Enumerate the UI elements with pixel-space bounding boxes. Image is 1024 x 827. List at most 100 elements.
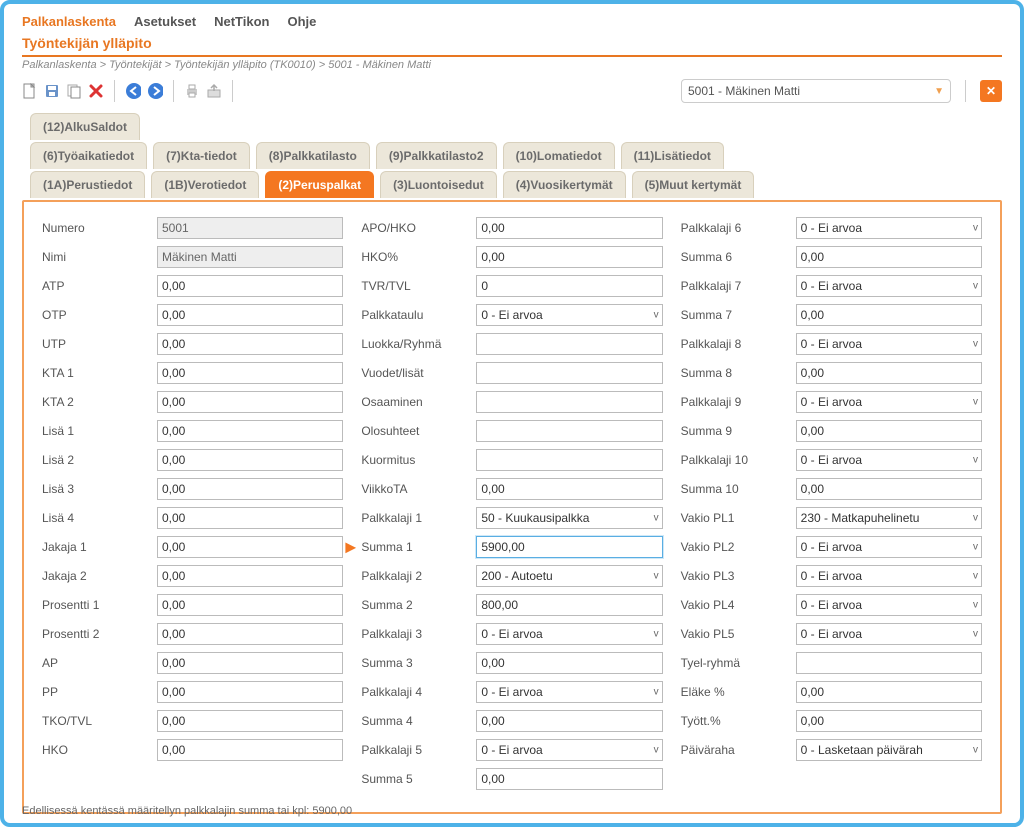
tab-4vuosikertymät[interactable]: (4)Vuosikertymät [503,171,626,198]
input-summa-9[interactable] [796,420,982,442]
select-vakio-pl5[interactable] [796,623,982,645]
input-lisa-1[interactable] [157,420,343,442]
input-summa-10[interactable] [796,478,982,500]
forward-icon[interactable] [147,83,163,99]
input-hko[interactable] [157,739,343,761]
select-palkkataulu[interactable] [476,304,662,326]
input-tko-tvl[interactable] [157,710,343,732]
tab-10lomatiedot[interactable]: (10)Lomatiedot [503,142,615,169]
input-atp[interactable] [157,275,343,297]
tab-11lisätiedot[interactable]: (11)Lisätiedot [621,142,724,169]
input-kta-2[interactable] [157,391,343,413]
menu-palkanlaskenta[interactable]: Palkanlaskenta [22,14,116,29]
menu-nettikon[interactable]: NetTikon [214,14,269,29]
form-row: Summa 4 [361,709,662,733]
form-row: Tyel-ryhmä [681,651,982,675]
tab-12alkusaldot[interactable]: (12)AlkuSaldot [30,113,140,140]
select-palkkalaji-3[interactable] [476,623,662,645]
input-lisa-2[interactable] [157,449,343,471]
input-apo-hko[interactable] [476,217,662,239]
input-prosentti-2[interactable] [157,623,343,645]
input-nimi [157,246,343,268]
label-kuormitus: Kuormitus [361,453,476,467]
form-row: Palkkalaji 10v [681,448,982,472]
input-kta-1[interactable] [157,362,343,384]
input-olosuhteet[interactable] [476,420,662,442]
label-otp: OTP [42,308,157,322]
print-icon[interactable] [184,83,200,99]
input-tyott[interactable] [796,710,982,732]
input-lisa-3[interactable] [157,478,343,500]
input-summa-3[interactable] [476,652,662,674]
form-row: Lisä 4 [42,506,343,530]
select-palkkalaji-2[interactable] [476,565,662,587]
input-otp[interactable] [157,304,343,326]
select-palkkalaji-8[interactable] [796,333,982,355]
input-lisa-4[interactable] [157,507,343,529]
input-summa-5[interactable] [476,768,662,790]
tab-5muut kertymät[interactable]: (5)Muut kertymät [632,171,755,198]
export-icon[interactable] [206,83,222,99]
tab-8palkkatilasto[interactable]: (8)Palkkatilasto [256,142,370,169]
input-jakaja-2[interactable] [157,565,343,587]
new-icon[interactable] [22,83,38,99]
label-lisa-1: Lisä 1 [42,424,157,438]
menu-asetukset[interactable]: Asetukset [134,14,196,29]
tab-2peruspalkat[interactable]: (2)Peruspalkat [265,171,374,198]
select-palkkalaji-5[interactable] [476,739,662,761]
input-pp[interactable] [157,681,343,703]
menu-ohje[interactable]: Ohje [287,14,316,29]
tab-1aperustiedot[interactable]: (1A)Perustiedot [30,171,145,198]
select-palkkalaji-7[interactable] [796,275,982,297]
select-paivaraha[interactable] [796,739,982,761]
input-tvr-tvl[interactable] [476,275,662,297]
form-row: Summa 6 [681,245,982,269]
input-luokka-ryhma[interactable] [476,333,662,355]
tab-6työaikatiedot[interactable]: (6)Työaikatiedot [30,142,147,169]
input-summa-8[interactable] [796,362,982,384]
select-palkkalaji-10[interactable] [796,449,982,471]
copy-icon[interactable] [66,83,82,99]
back-icon[interactable] [125,83,141,99]
input-osaaminen[interactable] [476,391,662,413]
label-palkkalaji-2: Palkkalaji 2 [361,569,476,583]
input-ap[interactable] [157,652,343,674]
input-summa-7[interactable] [796,304,982,326]
tab-3luontoisedut[interactable]: (3)Luontoisedut [380,171,497,198]
select-palkkalaji-9[interactable] [796,391,982,413]
current-field-indicator-icon: ▶ [345,539,356,556]
label-vakio-pl5: Vakio PL5 [681,627,796,641]
delete-icon[interactable] [88,83,104,99]
label-summa-4: Summa 4 [361,714,476,728]
save-icon[interactable] [44,83,60,99]
form-row: Jakaja 1 [42,535,343,559]
input-utp[interactable] [157,333,343,355]
select-vakio-pl1[interactable] [796,507,982,529]
input-kuormitus[interactable] [476,449,662,471]
select-vakio-pl2[interactable] [796,536,982,558]
close-button[interactable]: ✕ [980,80,1002,102]
input-tyel-ryhma[interactable] [796,652,982,674]
input-jakaja-1[interactable] [157,536,343,558]
select-vakio-pl4[interactable] [796,594,982,616]
input-summa-4[interactable] [476,710,662,732]
input-summa-1[interactable] [476,536,662,558]
select-palkkalaji-6[interactable] [796,217,982,239]
input-vuodet-lisat[interactable] [476,362,662,384]
input-summa-2[interactable] [476,594,662,616]
tab-1bverotiedot[interactable]: (1B)Verotiedot [151,171,259,198]
input-prosentti-1[interactable] [157,594,343,616]
label-summa-10: Summa 10 [681,482,796,496]
input-summa-6[interactable] [796,246,982,268]
input-elake[interactable] [796,681,982,703]
label-palkkalaji-8: Palkkalaji 8 [681,337,796,351]
tab-7kta-tiedot[interactable]: (7)Kta-tiedot [153,142,250,169]
select-palkkalaji-4[interactable] [476,681,662,703]
input-hko[interactable] [476,246,662,268]
select-vakio-pl3[interactable] [796,565,982,587]
input-viikkota[interactable] [476,478,662,500]
tab-9palkkatilasto2[interactable]: (9)Palkkatilasto2 [376,142,497,169]
select-palkkalaji-1[interactable] [476,507,662,529]
employee-select[interactable]: 5001 - Mäkinen Matti ▼ [681,79,951,103]
form-row: Vakio PL5v [681,622,982,646]
